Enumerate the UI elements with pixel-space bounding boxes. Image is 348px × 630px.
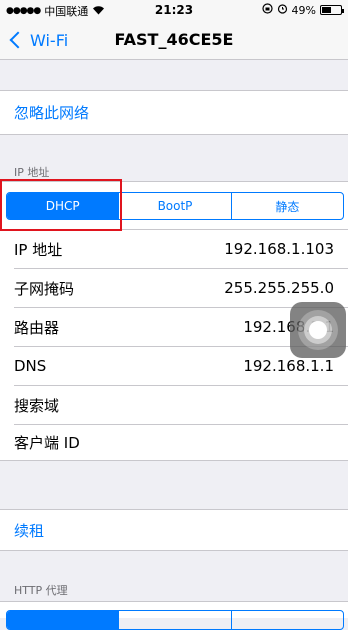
row-value: 192.168.1.103 xyxy=(224,240,334,258)
assistive-touch-ring-outer xyxy=(298,310,338,350)
battery-percent: 49% xyxy=(291,3,316,17)
segment-proxy-auto[interactable] xyxy=(232,611,343,629)
segment-bootp[interactable]: BootP xyxy=(119,193,232,219)
segment-proxy-off[interactable] xyxy=(7,611,120,629)
divider xyxy=(0,550,348,551)
segment-static[interactable]: 静态 xyxy=(232,193,343,219)
navigation-bar: Wi-Fi FAST_46CE5E xyxy=(0,20,348,60)
ip-section-header: IP 地址 xyxy=(14,166,50,179)
status-right: 49% xyxy=(261,3,344,17)
renew-lease-label: 续租 xyxy=(14,521,45,540)
client-id-row[interactable]: 客户端 ID xyxy=(0,425,348,460)
battery-icon xyxy=(320,5,344,15)
search-domain-row[interactable]: 搜索域 xyxy=(0,386,348,424)
row-label: DNS xyxy=(14,357,47,375)
assistive-touch-ring-inner xyxy=(309,321,327,339)
row-label: IP 地址 xyxy=(14,240,63,259)
highlight-annotation xyxy=(0,179,122,231)
forget-network-label: 忽略此网络 xyxy=(14,104,90,122)
page-title: FAST_46CE5E xyxy=(114,30,234,49)
assistive-touch-button[interactable] xyxy=(290,302,346,358)
http-proxy-section-header: HTTP 代理 xyxy=(14,584,68,597)
ip-address-row: IP 地址 192.168.1.103 xyxy=(0,230,348,268)
renew-lease-button[interactable]: 续租 xyxy=(0,510,348,550)
assistive-touch-ring-middle xyxy=(304,316,332,344)
http-proxy-section xyxy=(0,602,348,630)
alarm-icon xyxy=(277,3,288,17)
row-label: 搜索域 xyxy=(14,396,60,415)
subnet-mask-row: 子网掩码 255.255.255.0 xyxy=(0,269,348,307)
row-label: 路由器 xyxy=(14,318,60,337)
forget-network-button[interactable]: 忽略此网络 xyxy=(0,91,348,134)
divider xyxy=(0,460,348,461)
orientation-lock-icon xyxy=(261,3,273,17)
http-proxy-segmented-control xyxy=(6,610,344,630)
segment-proxy-manual[interactable] xyxy=(119,611,232,629)
row-label: 子网掩码 xyxy=(14,279,75,298)
row-label: 客户端 ID xyxy=(14,434,80,452)
divider xyxy=(0,134,348,135)
status-bar: ●●●●● 中国联通 21:23 49% xyxy=(0,0,348,20)
